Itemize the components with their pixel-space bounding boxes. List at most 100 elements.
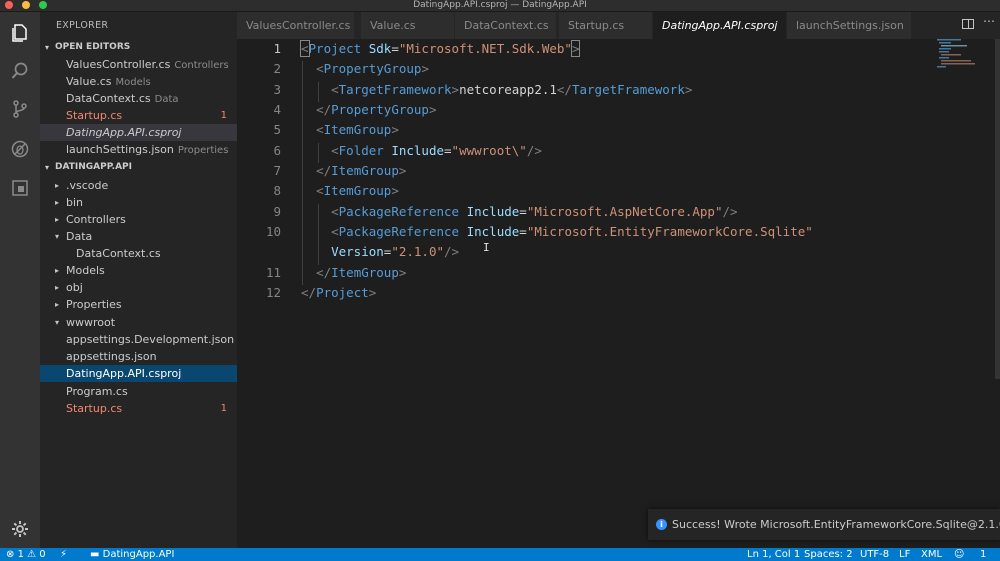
debug-icon[interactable] [9,138,31,160]
line-number: 9 [273,204,281,219]
editor-tabs: ValuesController.cs Value.cs DataContext… [237,12,1000,39]
notification-toast[interactable]: i Success! Wrote Microsoft.EntityFramewo… [648,509,1000,540]
open-editor-item[interactable]: ValuesController.cs Controllers [40,56,237,73]
folder-indicator[interactable]: ▬ DatingApp.API [90,548,174,561]
code-line: </ItemGroup> [316,265,407,280]
notification-count[interactable]: 1 [980,548,986,561]
project-folder-header[interactable]: ▾ DATINGAPP.API [40,159,237,176]
open-editor-item[interactable]: DataContext.cs Data [40,90,237,107]
code-line: <ItemGroup> [316,122,399,137]
chevron-down-icon: ▾ [55,318,60,327]
code-line: <PackageReference Include="Microsoft.Asp… [331,204,738,219]
code-line: </Project> [301,285,377,300]
code-line: <ItemGroup> [316,183,399,198]
status-bar: ⊗ 1 ⚠ 0 ⚡ ▬ DatingApp.API Ln 1, Col 1 Sp… [0,548,1000,561]
encoding-setting[interactable]: UTF-8 [860,548,889,561]
line-number: 6 [273,143,281,158]
extensions-icon[interactable] [9,177,31,199]
tree-file[interactable]: appsettings.Development.json [40,331,237,348]
chevron-right-icon: ▸ [55,283,60,292]
chevron-right-icon: ▸ [55,181,60,190]
more-actions-icon[interactable]: ⋯ [983,15,995,27]
chevron-right-icon: ▸ [55,300,60,309]
code-line: </ItemGroup> [316,163,407,178]
line-number: 7 [273,163,281,178]
tab-csproj[interactable]: DatingApp.API.csproj [653,12,787,39]
source-control-icon[interactable] [9,98,31,120]
tree-file[interactable]: Program.cs [40,383,237,400]
tree-folder[interactable]: ▸ .vscode [40,177,237,194]
gear-icon[interactable] [9,518,31,540]
chevron-down-icon: ▾ [55,232,60,241]
code-line: <Project Sdk="Microsoft.NET.Sdk.Web"> [300,40,581,57]
code-line: <Folder Include="wwwroot\"/> [331,143,542,158]
warning-icon: ⚠ [27,549,37,560]
line-number: 4 [273,102,281,117]
open-editors-header[interactable]: ▾ OPEN EDITORS [40,39,237,56]
title-bar: DatingApp.API.csproj — DatingApp.API [0,0,1000,12]
run-icon[interactable]: ⚡ [60,548,67,561]
code-line: <PropertyGroup> [316,61,429,76]
tree-folder[interactable]: ▾ Data [40,228,237,245]
open-editor-item[interactable]: Value.cs Models [40,73,237,90]
chevron-down-icon: ▾ [45,163,50,172]
error-count-badge: 1 [220,403,227,414]
tree-file[interactable]: DataContext.cs [40,245,237,262]
folder-icon: ▬ [90,549,100,560]
chevron-down-icon: ▾ [45,43,50,52]
tree-file[interactable]: Startup.cs 1 [40,400,237,417]
tree-file[interactable]: appsettings.json [40,348,237,365]
explorer-sidebar: EXPLORER ▾ OPEN EDITORS ValuesController… [40,12,237,548]
line-number: 1 [273,41,281,56]
minimap[interactable] [937,39,997,69]
activity-bar [0,12,40,548]
open-editor-item[interactable]: Startup.cs 1 [40,107,237,124]
language-mode[interactable]: XML [921,548,942,561]
line-number: 3 [273,82,281,97]
tab-data-context[interactable]: DataContext.cs [455,12,557,39]
indentation-setting[interactable]: Spaces: 2 [804,548,853,561]
line-number: 10 [265,224,281,239]
tree-file-selected[interactable]: DatingApp.API.csproj [40,365,237,382]
code-line: <PackageReference Include="Microsoft.Ent… [331,224,813,239]
line-number: 2 [273,61,281,76]
tab-value[interactable]: Value.cs [361,12,455,39]
tree-folder[interactable]: ▸ Properties [40,296,237,313]
open-editor-item-active[interactable]: DatingApp.API.csproj [40,124,237,141]
tree-folder[interactable]: ▸ Models [40,262,237,279]
line-number: 5 [273,122,281,137]
window-title: DatingApp.API.csproj — DatingApp.API [413,0,587,10]
files-icon[interactable] [9,22,31,44]
feedback-icon[interactable]: ☺ [954,548,964,561]
search-icon[interactable] [9,60,31,82]
code-editor[interactable]: 1 2 3 4 5 6 7 8 9 10 11 12 <Project Sdk=… [237,39,1000,548]
line-number: 8 [273,183,281,198]
text-cursor-icon: I [483,241,490,254]
line-number: 12 [265,285,281,300]
split-editor-icon[interactable] [962,19,974,29]
cursor-position[interactable]: Ln 1, Col 1 [747,548,800,561]
tab-startup[interactable]: Startup.cs [559,12,653,39]
chevron-right-icon: ▸ [55,266,60,275]
tree-folder[interactable]: ▸ bin [40,194,237,211]
chevron-right-icon: ▸ [55,198,60,207]
explorer-title: EXPLORER [56,20,109,31]
tree-folder[interactable]: ▸ obj [40,279,237,296]
tab-launch-settings[interactable]: launchSettings.json [787,12,912,39]
notification-message: Success! Wrote Microsoft.EntityFramework… [672,518,1000,531]
code-line: </PropertyGroup> [316,102,437,117]
line-number: 11 [265,265,281,280]
error-count-badge: 1 [220,110,227,121]
open-editor-item[interactable]: launchSettings.json Properties [40,141,237,158]
tab-values-controller[interactable]: ValuesController.cs [237,12,355,39]
tree-folder[interactable]: ▸ Controllers [40,211,237,228]
editor-scrollbar[interactable] [995,39,1000,379]
info-icon: i [656,519,667,530]
chevron-right-icon: ▸ [55,215,60,224]
eol-setting[interactable]: LF [899,548,910,561]
problems-indicator[interactable]: ⊗ 1 ⚠ 0 [6,548,46,561]
code-line: <TargetFramework>netcoreapp2.1</TargetFr… [331,82,693,97]
code-line-wrapped: Version="2.1.0"/> [331,244,460,259]
error-icon: ⊗ [6,549,15,560]
tree-folder[interactable]: ▾ wwwroot [40,314,237,331]
